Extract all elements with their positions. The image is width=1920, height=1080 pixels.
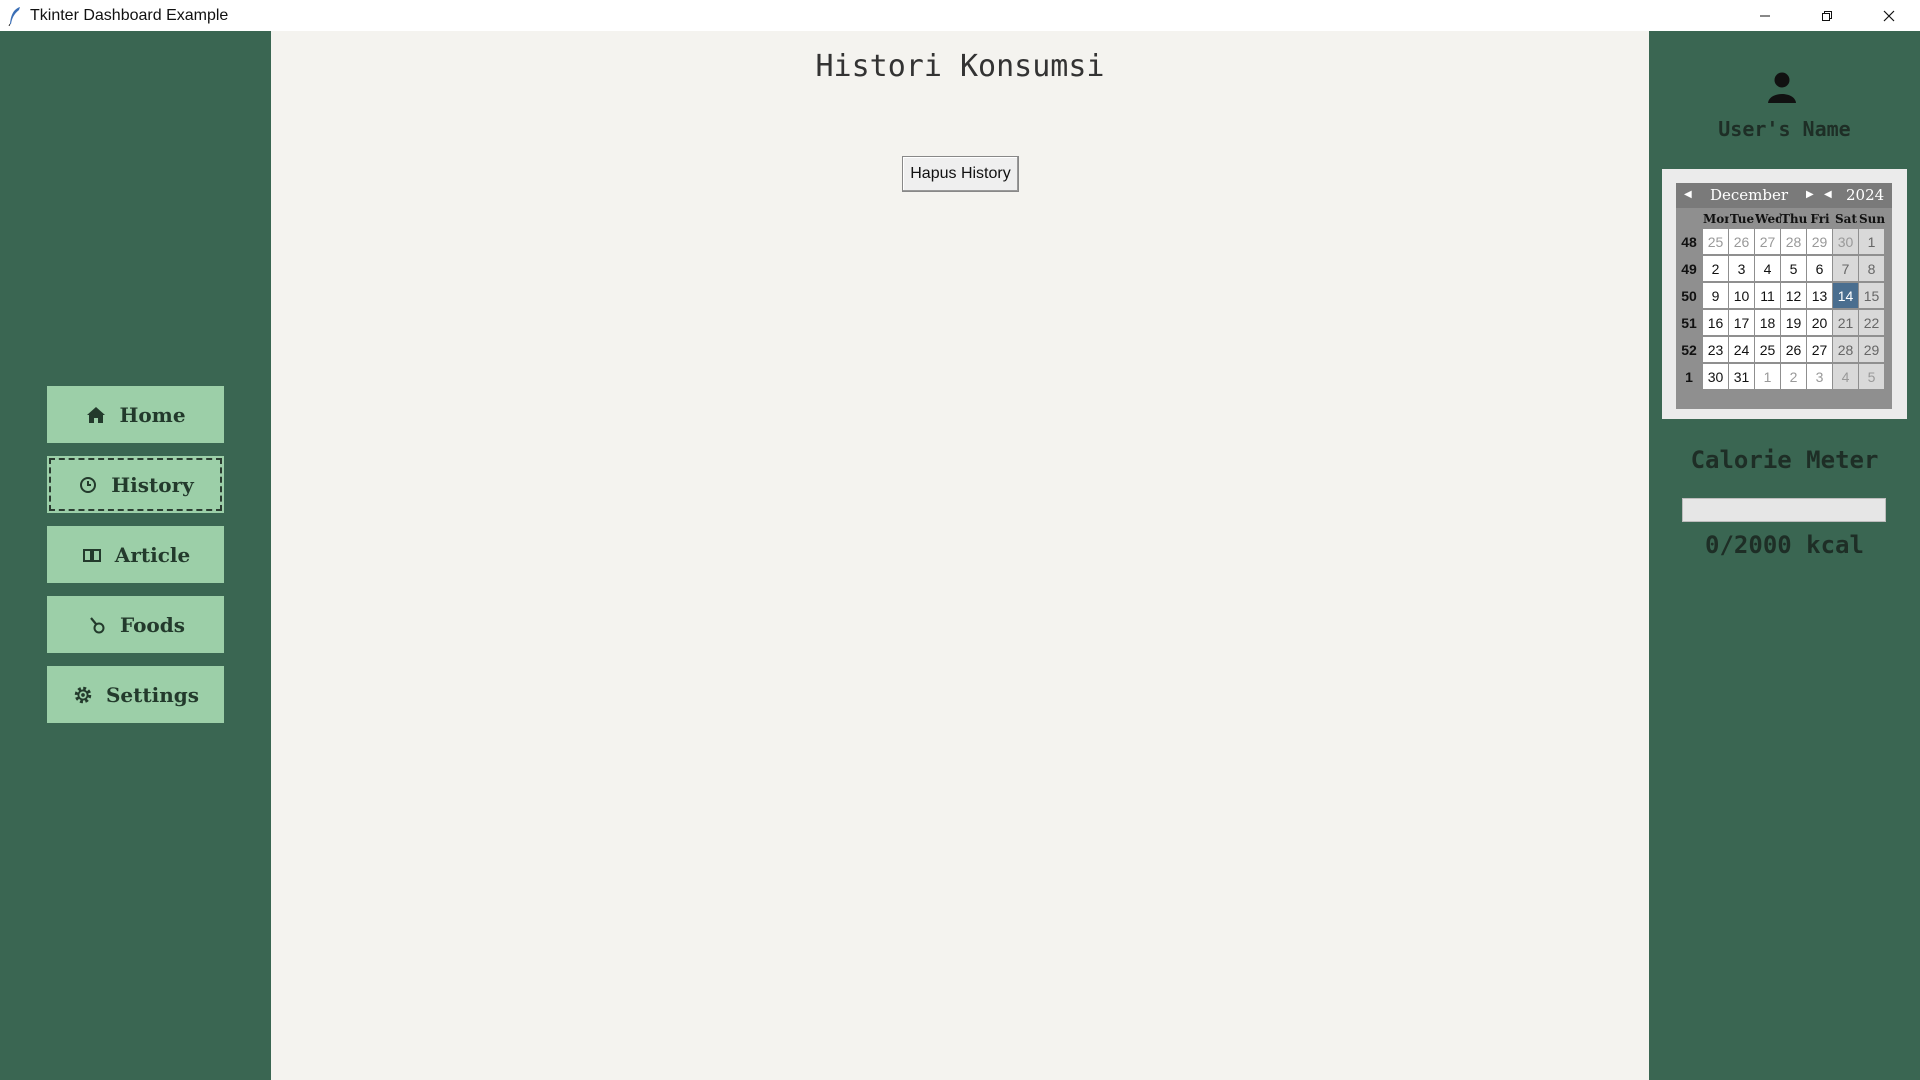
calendar-day[interactable]: 27 (1807, 337, 1832, 362)
sidebar-item-settings[interactable]: Settings (47, 666, 224, 723)
sidebar-item-article[interactable]: Article (47, 526, 224, 583)
restore-icon (1822, 10, 1832, 21)
calendar-day[interactable]: 18 (1755, 310, 1780, 335)
feather-icon (0, 0, 30, 31)
calendar-day[interactable]: 8 (1859, 256, 1884, 281)
sidebar-item-label: Article (114, 542, 191, 567)
calendar-day[interactable]: 1 (1755, 364, 1780, 389)
calendar-day[interactable]: 28 (1833, 337, 1858, 362)
calendar-day[interactable]: 2 (1781, 364, 1806, 389)
sidebar: Home History Article Foods Settings (0, 31, 271, 1080)
prev-year-icon[interactable]: ◀ (1824, 189, 1832, 200)
window-controls (1734, 0, 1920, 31)
week-number: 50 (1676, 283, 1702, 309)
calendar-day[interactable]: 11 (1755, 283, 1780, 308)
sidebar-item-home[interactable]: Home (47, 386, 224, 443)
weekday-header: Mon (1703, 212, 1729, 226)
weekday-header: Sat (1835, 212, 1857, 226)
calendar-day[interactable]: 15 (1859, 283, 1884, 308)
week-number: 51 (1676, 310, 1702, 336)
calendar-day[interactable]: 2 (1703, 256, 1728, 281)
calendar-header: ◀ December ▶ ◀ 2024 (1676, 183, 1892, 208)
book-icon (81, 544, 103, 566)
page-title: Histori Konsumsi (815, 49, 1105, 84)
calendar-day[interactable]: 3 (1729, 256, 1754, 281)
weekday-header: Tue (1729, 212, 1755, 226)
calendar-day[interactable]: 5 (1781, 256, 1806, 281)
calendar-day[interactable]: 31 (1729, 364, 1754, 389)
calendar-day[interactable]: 26 (1729, 229, 1754, 254)
calendar-day[interactable]: 6 (1807, 256, 1832, 281)
week-number: 49 (1676, 256, 1702, 282)
weekday-header: Fri (1810, 212, 1830, 226)
prev-month-icon[interactable]: ◀ (1684, 189, 1692, 200)
sidebar-item-label: Settings (105, 682, 200, 707)
calendar-day[interactable]: 29 (1859, 337, 1884, 362)
week-number: 1 (1676, 364, 1702, 390)
home-icon (85, 404, 107, 426)
calendar-day[interactable]: 22 (1859, 310, 1884, 335)
calendar-day[interactable]: 14 (1833, 283, 1858, 308)
sidebar-item-label: Home (119, 402, 186, 427)
sidebar-item-label: Foods (119, 612, 186, 637)
week-number: 52 (1676, 337, 1702, 363)
calendar-day[interactable]: 25 (1703, 229, 1728, 254)
close-button[interactable] (1858, 0, 1920, 31)
calendar-month: December (1710, 186, 1789, 204)
clock-icon (77, 474, 99, 496)
calendar-day[interactable]: 16 (1703, 310, 1728, 335)
calendar-day[interactable]: 12 (1781, 283, 1806, 308)
calendar-day[interactable]: 20 (1807, 310, 1832, 335)
calorie-progress-bar (1682, 498, 1886, 522)
calendar-day[interactable]: 4 (1755, 256, 1780, 281)
calendar-day[interactable]: 5 (1859, 364, 1884, 389)
sidebar-item-label: History (111, 472, 194, 497)
week-number: 48 (1676, 229, 1702, 255)
calendar-day[interactable]: 28 (1781, 229, 1806, 254)
calendar: ◀ December ▶ ◀ 2024 Mon Tue Wed Thu Fri Sat Su… (1676, 183, 1892, 409)
calendar-widget: ◀ December ▶ ◀ 2024 Mon Tue Wed Thu Fri Sat Su… (1662, 169, 1907, 419)
gear-icon (72, 684, 94, 706)
calendar-day[interactable]: 24 (1729, 337, 1754, 362)
minimize-icon (1760, 15, 1770, 16)
calendar-day[interactable]: 17 (1729, 310, 1754, 335)
weekday-header: Thu (1781, 212, 1807, 226)
sidebar-item-foods[interactable]: Foods (47, 596, 224, 653)
calendar-day[interactable]: 27 (1755, 229, 1780, 254)
weekday-header: Sun (1859, 212, 1885, 226)
minimize-button[interactable] (1734, 0, 1796, 31)
maximize-button[interactable] (1796, 0, 1858, 31)
calendar-day[interactable]: 30 (1703, 364, 1728, 389)
calendar-day[interactable]: 13 (1807, 283, 1832, 308)
calendar-day[interactable]: 21 (1833, 310, 1858, 335)
calendar-day[interactable]: 3 (1807, 364, 1832, 389)
calendar-day[interactable]: 25 (1755, 337, 1780, 362)
calendar-day[interactable]: 26 (1781, 337, 1806, 362)
calendar-day[interactable]: 1 (1859, 229, 1884, 254)
window-titlebar: Tkinter Dashboard Example (0, 0, 1920, 31)
right-panel: User's Name ◀ December ▶ ◀ 2024 Mon Tue We… (1649, 31, 1920, 1080)
user-name: User's Name (1718, 117, 1851, 141)
calendar-day[interactable]: 10 (1729, 283, 1754, 308)
calendar-day[interactable]: 30 (1833, 229, 1858, 254)
user-avatar-icon (1764, 69, 1800, 105)
calorie-meter-title: Calorie Meter (1690, 446, 1879, 474)
food-icon (86, 614, 108, 636)
calorie-value: 0/2000 kcal (1705, 531, 1864, 559)
calendar-day[interactable]: 29 (1807, 229, 1832, 254)
sidebar-item-history[interactable]: History (47, 456, 224, 513)
window-title: Tkinter Dashboard Example (30, 6, 229, 24)
next-month-icon[interactable]: ▶ (1806, 189, 1814, 200)
weekday-header: Wed (1755, 212, 1781, 226)
close-icon (1883, 10, 1895, 21)
calendar-day[interactable]: 23 (1703, 337, 1728, 362)
calendar-day[interactable]: 9 (1703, 283, 1728, 308)
clear-history-button[interactable]: Hapus History (902, 156, 1019, 192)
calendar-day[interactable]: 19 (1781, 310, 1806, 335)
calendar-year: 2024 (1846, 186, 1885, 204)
main-content: Histori Konsumsi Hapus History (271, 31, 1649, 1080)
calendar-day[interactable]: 4 (1833, 364, 1858, 389)
calendar-day[interactable]: 7 (1833, 256, 1858, 281)
